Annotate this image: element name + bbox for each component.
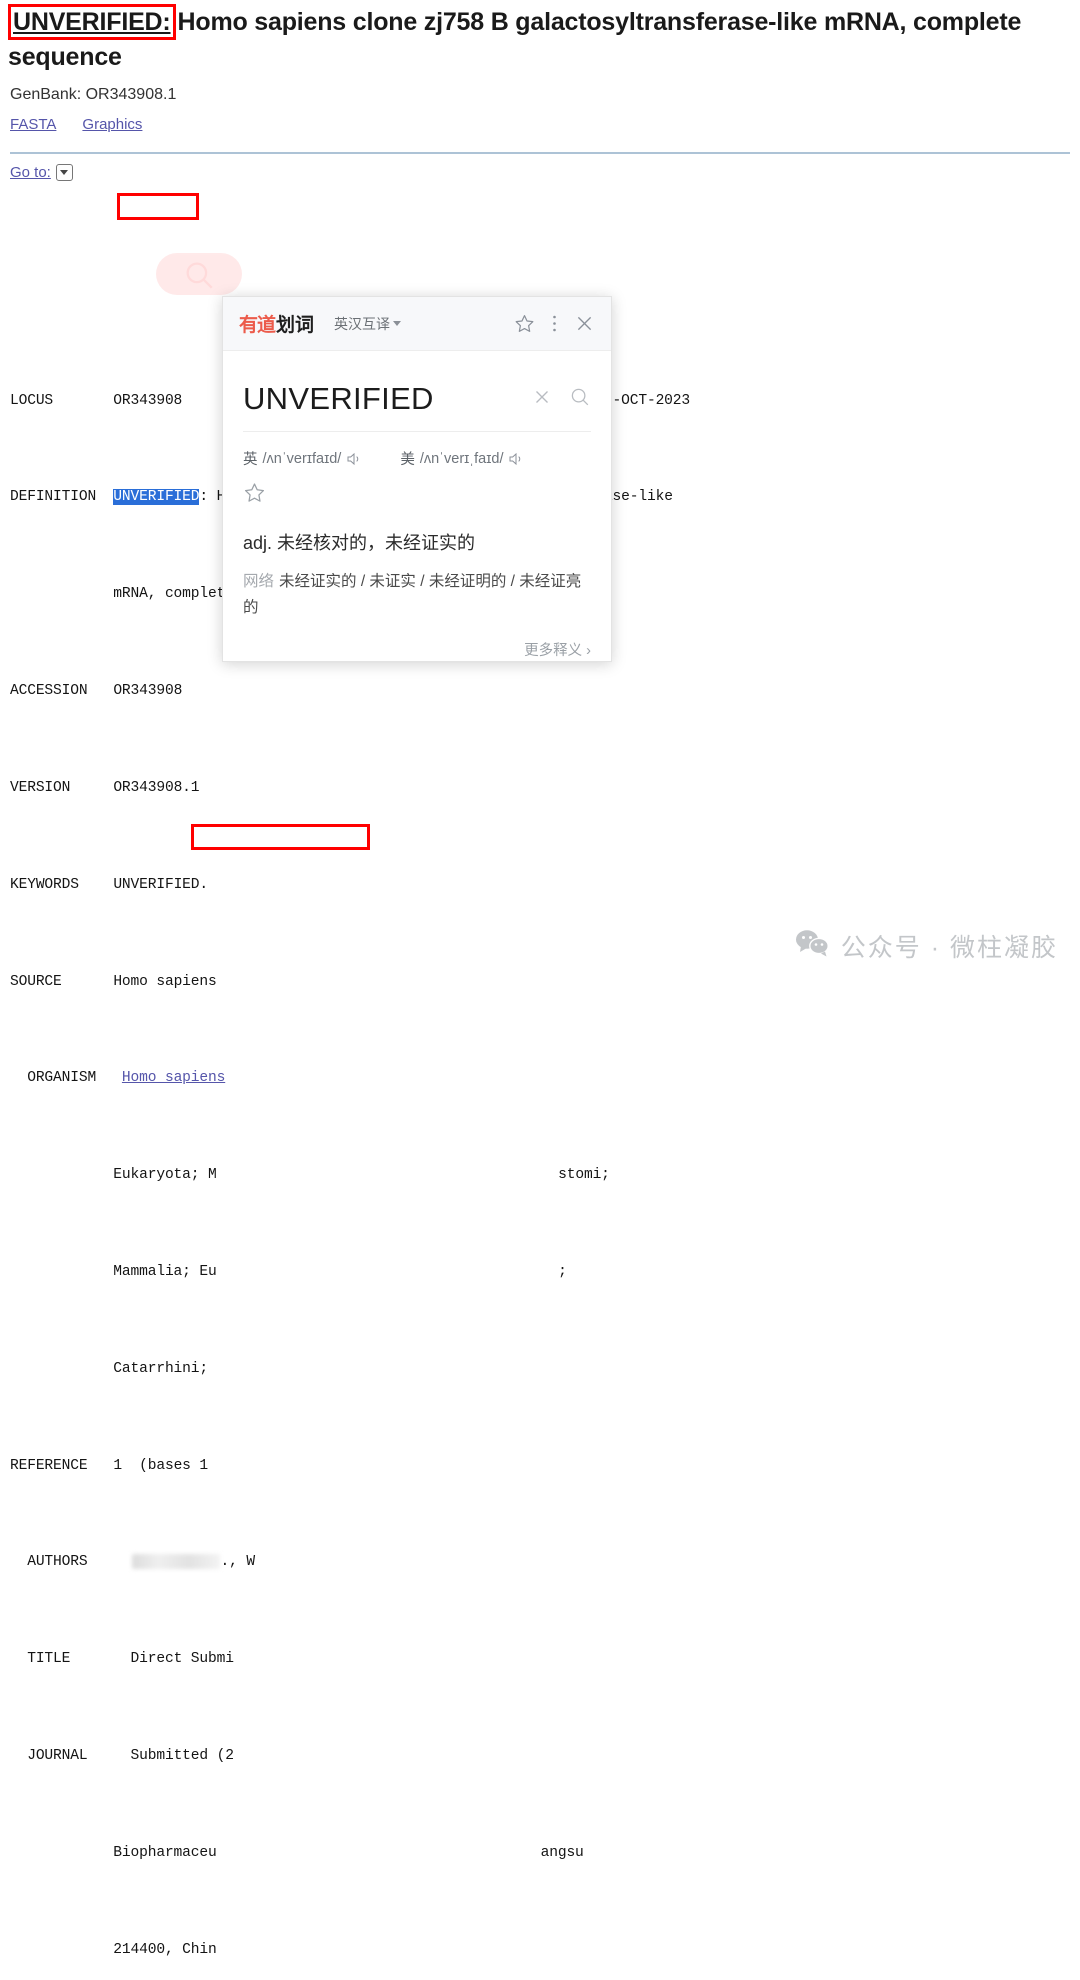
journal-line-1: Submitted (2 bbox=[130, 1748, 234, 1764]
star-outline-icon[interactable] bbox=[243, 483, 266, 508]
genbank-page: UNVERIFIED: Homo sapiens clone zj758 B ga… bbox=[0, 4, 1080, 1958]
web-definition-tag: 网络 bbox=[243, 573, 275, 590]
title-value: Direct Submi bbox=[130, 1651, 234, 1668]
youdao-dictionary-popup[interactable]: 有道 划词 英汉互译 UNVERIFIED 英 /ʌnˈverɪfaɪd/ 美 … bbox=[222, 296, 612, 662]
source-key: SOURCE bbox=[10, 973, 62, 990]
brand-youdao: 有道 bbox=[239, 315, 276, 336]
popup-body: UNVERIFIED 英 /ʌnˈverɪfaɪd/ 美 /ʌnˈverɪˌfa… bbox=[223, 351, 611, 660]
organism-key: ORGANISM bbox=[27, 1070, 97, 1087]
phonetic-us: 美 /ʌnˈverɪˌfaɪd/ bbox=[400, 448, 524, 469]
clone-highlight-box bbox=[191, 824, 370, 850]
speaker-icon[interactable] bbox=[346, 451, 362, 467]
format-links: FASTA Graphics bbox=[10, 116, 1072, 134]
title-line: TITLE Direct Submi bbox=[10, 1647, 1072, 1671]
lineage-line-2: Mammalia; Eu; bbox=[10, 1260, 1072, 1284]
more-definitions-link[interactable]: 更多释义 › bbox=[243, 621, 591, 660]
lineage-2-right: ; bbox=[558, 1263, 567, 1280]
version-key: VERSION bbox=[10, 779, 71, 796]
phonetic-uk-ipa: /ʌnˈverɪfaɪd/ bbox=[262, 450, 342, 467]
favorite-row bbox=[243, 469, 591, 509]
search-icon-watermark bbox=[156, 253, 242, 295]
speaker-icon[interactable] bbox=[508, 451, 524, 467]
brand-huaci: 划词 bbox=[276, 315, 315, 336]
version-line: VERSION OR343908.1 bbox=[10, 776, 1072, 800]
lineage-2-left: Mammalia; Eu bbox=[113, 1263, 217, 1280]
lineage-1-left: Eukaryota; M bbox=[113, 1167, 217, 1184]
wechat-watermark: 公众号 · 微柱凝胶 bbox=[795, 928, 1058, 964]
youdao-logo: 有道 划词 bbox=[239, 310, 314, 337]
wechat-icon bbox=[795, 929, 829, 964]
lineage-line-3: Catarrhini; bbox=[10, 1357, 1072, 1381]
unverified-title-badge: UNVERIFIED: bbox=[8, 4, 176, 40]
source-line: SOURCE Homo sapiens bbox=[10, 970, 1072, 994]
reference-line: REFERENCE 1 (bases 1 bbox=[10, 1454, 1072, 1478]
organism-line: ORGANISM Homo sapiens bbox=[10, 1066, 1072, 1090]
journal-line-3: 214400, Chin bbox=[10, 1938, 1072, 1962]
web-definition-row: 网络 未经证实的 / 未证实 / 未经证明的 / 未经证亮的 bbox=[243, 557, 591, 621]
authors-redaction bbox=[131, 1554, 220, 1570]
header-divider bbox=[10, 152, 1070, 154]
phonetic-us-label: 美 bbox=[400, 452, 415, 468]
accession-line: ACCESSION OR343908 bbox=[10, 679, 1072, 703]
organism-link[interactable]: Homo sapiens bbox=[122, 1070, 225, 1086]
goto-control[interactable]: Go to: bbox=[10, 164, 1072, 181]
close-icon[interactable] bbox=[574, 313, 595, 334]
journal-2-right: angsu bbox=[540, 1844, 584, 1861]
phonetic-uk: 英 /ʌnˈverɪfaɪd/ bbox=[243, 448, 362, 469]
journal-3-left: 214400, Chin bbox=[113, 1941, 217, 1958]
graphics-link[interactable]: Graphics bbox=[82, 116, 142, 133]
journal-line: JOURNAL Submitted (2 bbox=[10, 1744, 1072, 1768]
language-mode-label: 英汉互译 bbox=[334, 315, 391, 332]
search-input[interactable]: UNVERIFIED bbox=[243, 381, 515, 417]
reference-value: 1 (bases 1 bbox=[113, 1457, 208, 1474]
reference-key: REFERENCE bbox=[10, 1457, 88, 1474]
genbank-accession-label: GenBank: OR343908.1 bbox=[10, 86, 177, 103]
clear-icon[interactable] bbox=[531, 386, 553, 413]
phonetics-row: 英 /ʌnˈverɪfaɪd/ 美 /ʌnˈverɪˌfaɪd/ bbox=[243, 432, 591, 469]
popup-header: 有道 划词 英汉互译 bbox=[223, 297, 611, 351]
accession-key: ACCESSION bbox=[10, 683, 88, 700]
star-icon[interactable] bbox=[514, 313, 535, 334]
accession-value: OR343908 bbox=[113, 683, 183, 700]
keywords-key: KEYWORDS bbox=[10, 876, 79, 893]
fasta-link[interactable]: FASTA bbox=[10, 116, 56, 133]
journal-2-left: Biopharmaceu bbox=[113, 1844, 217, 1861]
authors-key: AUTHORS bbox=[27, 1554, 88, 1571]
title-key: TITLE bbox=[27, 1651, 71, 1668]
keywords-line: KEYWORDS UNVERIFIED. bbox=[10, 873, 1072, 897]
lineage-1-right: stomi; bbox=[558, 1167, 610, 1184]
phonetic-us-ipa: /ʌnˈverɪˌfaɪd/ bbox=[419, 450, 504, 467]
version-value: OR343908.1 bbox=[113, 779, 200, 796]
page-title: UNVERIFIED: Homo sapiens clone zj758 B ga… bbox=[8, 4, 1072, 74]
search-icon[interactable] bbox=[569, 386, 591, 413]
more-options-icon[interactable] bbox=[552, 314, 557, 333]
chevron-down-icon bbox=[393, 321, 402, 326]
authors-line: AUTHORS ., W bbox=[10, 1550, 1072, 1574]
definition-key: DEFINITION bbox=[10, 489, 97, 506]
source-value: Homo sapiens bbox=[113, 973, 217, 990]
lineage-line-1: Eukaryota; M stomi; bbox=[10, 1163, 1072, 1187]
journal-key: JOURNAL bbox=[27, 1748, 88, 1764]
goto-label[interactable]: Go to: bbox=[10, 164, 51, 181]
search-word-row: UNVERIFIED bbox=[243, 351, 591, 432]
keywords-value: UNVERIFIED. bbox=[113, 876, 208, 893]
language-mode-selector[interactable]: 英汉互译 bbox=[334, 314, 402, 334]
chevron-down-icon[interactable] bbox=[55, 164, 73, 181]
definition-text: adj. 未经核对的，未经证实的 bbox=[243, 533, 476, 553]
locus-highlight-box bbox=[117, 193, 199, 220]
journal-line-2: Biopharmaceu angsu bbox=[10, 1841, 1072, 1865]
definition-selected-word[interactable]: UNVERIFIED bbox=[113, 489, 200, 506]
authors-value: ., W bbox=[220, 1554, 256, 1571]
lineage-3-left: Catarrhini; bbox=[113, 1360, 208, 1377]
phonetic-uk-label: 英 bbox=[243, 452, 258, 468]
wechat-watermark-text: 公众号 · 微柱凝胶 bbox=[840, 934, 1058, 962]
web-definition-text: 未经证实的 / 未证实 / 未经证明的 / 未经证亮的 bbox=[243, 573, 582, 616]
